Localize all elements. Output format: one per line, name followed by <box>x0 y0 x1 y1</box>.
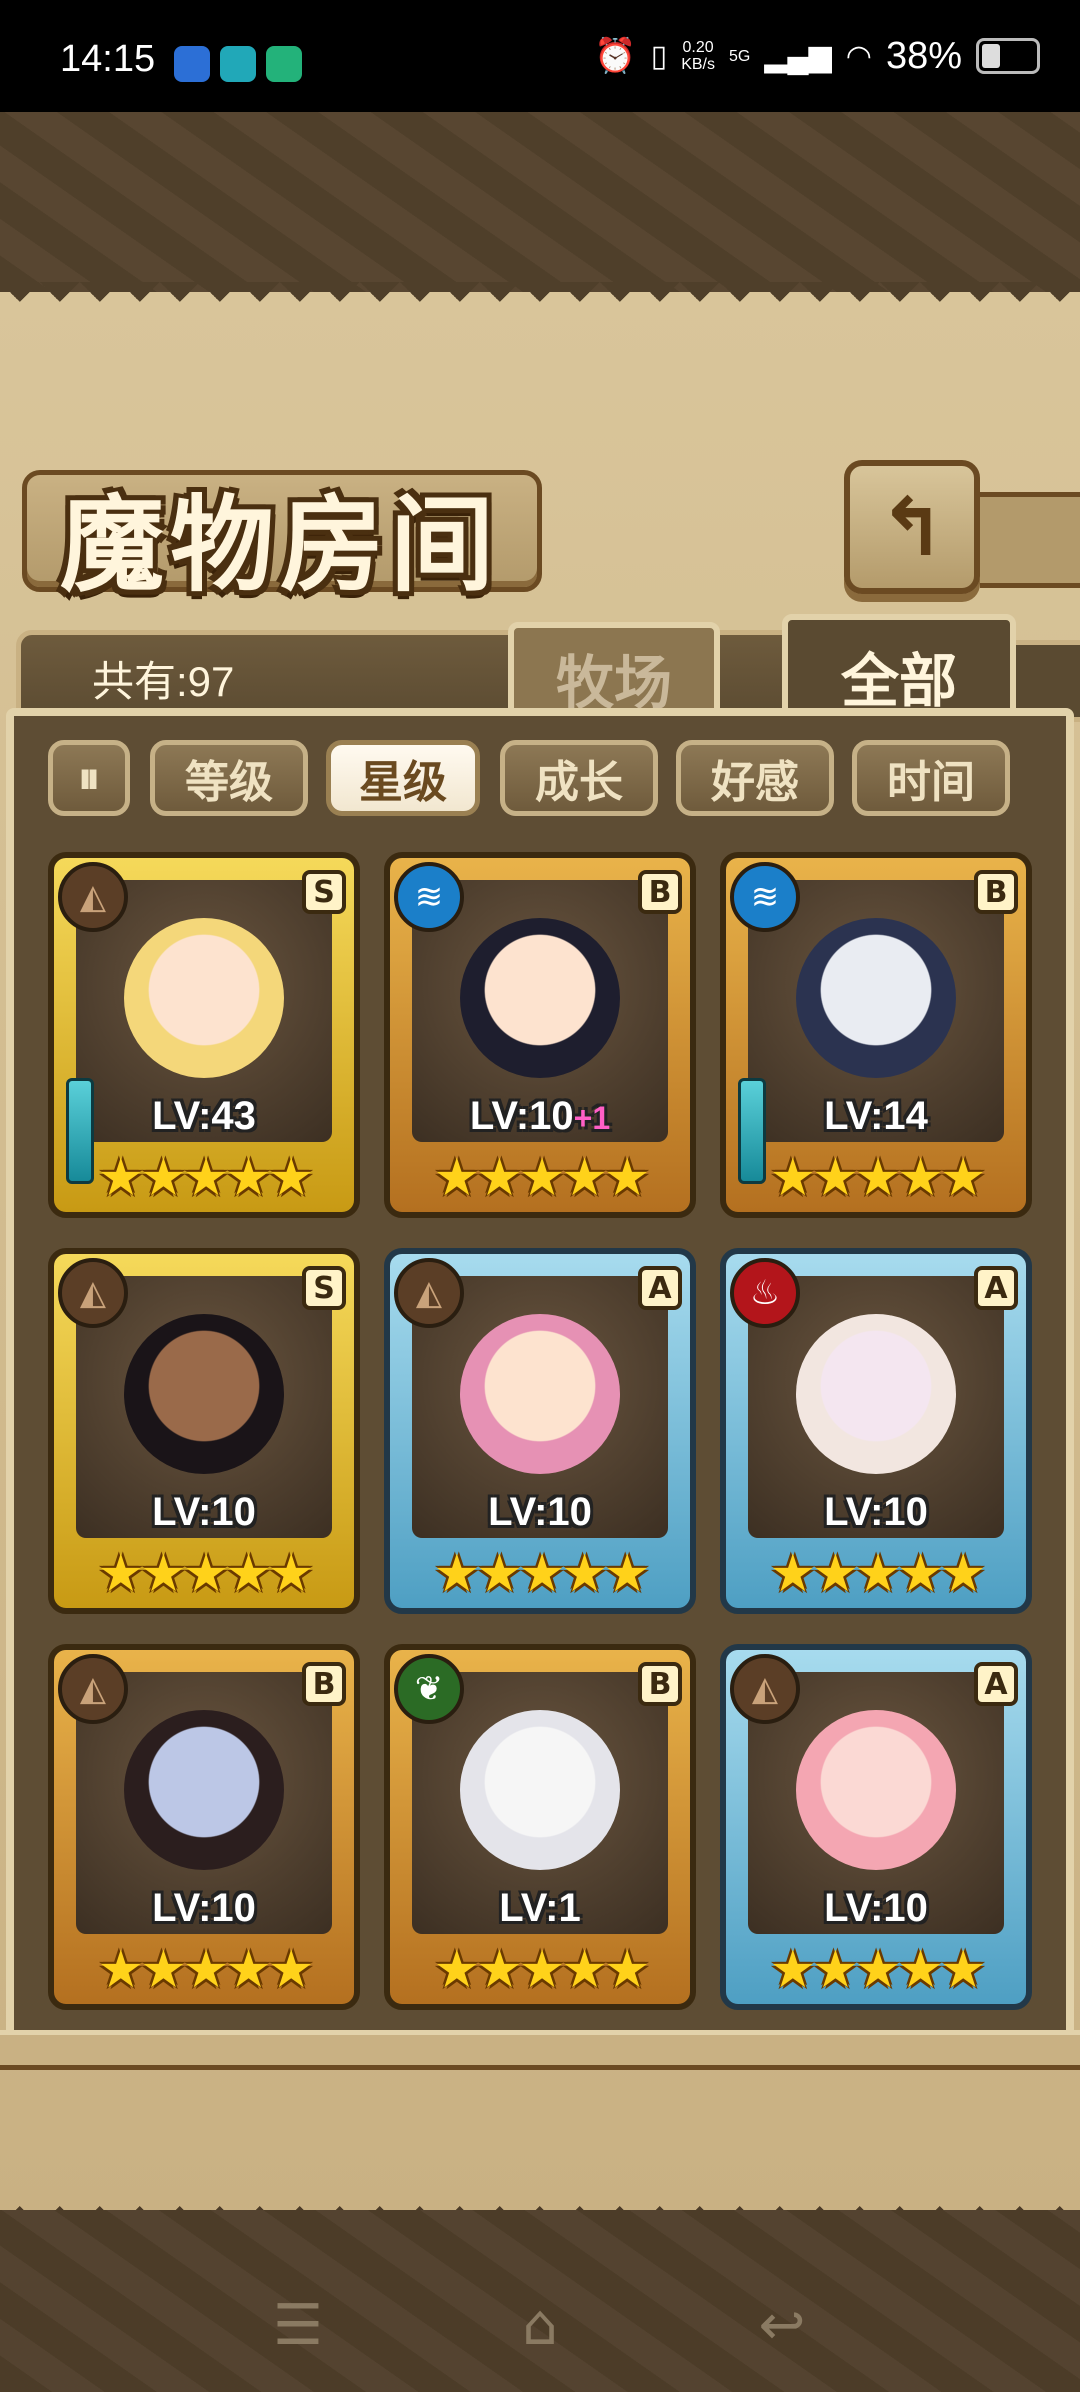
back-rail <box>980 492 1080 588</box>
sort-affection-button[interactable]: 好感 <box>676 740 834 816</box>
level-text: LV:10 <box>488 1490 592 1534</box>
monster-portrait <box>460 1314 620 1474</box>
star-rating: ★★★★★ <box>769 1940 986 2000</box>
water-element-icon: ≋ <box>394 862 464 932</box>
level-text: LV:43 <box>152 1094 256 1138</box>
monster-portrait <box>460 918 620 1078</box>
navigation-bar: ☰ ⌂ ↩ <box>0 2262 1080 2392</box>
monster-card[interactable]: ≋ B LV:10+1 ★★★★★ <box>384 852 696 1218</box>
home-button[interactable]: ⌂ <box>500 2290 580 2360</box>
monster-count: 共有:97 <box>92 658 235 705</box>
map-background-top <box>0 112 1080 292</box>
status-time: 14:15 <box>60 38 156 80</box>
star-rating: ★★★★★ <box>769 1148 986 1208</box>
monster-portrait <box>796 1314 956 1474</box>
rank-badge: S <box>302 870 346 914</box>
monster-card[interactable]: ◭ S LV:43 ★★★★★ <box>48 852 360 1218</box>
monster-portrait <box>796 918 956 1078</box>
wifi-icon: ◠ <box>845 39 872 73</box>
monster-card[interactable]: ◭ S LV:10 ★★★★★ <box>48 1248 360 1614</box>
shield-notification-icon <box>266 46 302 82</box>
water-element-icon: ≋ <box>730 862 800 932</box>
monster-portrait <box>124 918 284 1078</box>
monster-portrait <box>796 1710 956 1870</box>
star-rating: ★★★★★ <box>433 1544 650 1604</box>
vibrate-icon: ▯ <box>650 39 668 73</box>
monster-level: LV:10+1 <box>390 1094 690 1139</box>
monster-level: LV:14 <box>726 1094 1026 1139</box>
level-text: LV:10 <box>824 1886 928 1930</box>
sort-star-button[interactable]: 星级 <box>326 740 480 816</box>
monster-card[interactable]: ◭ A LV:10 ★★★★★ <box>384 1248 696 1614</box>
star-rating: ★★★★★ <box>769 1544 986 1604</box>
back-arrow-icon: ↰ <box>878 480 946 574</box>
menu-icon: ☰ <box>272 2292 324 2358</box>
sort-order-toggle[interactable]: ⏸ <box>48 740 130 816</box>
sort-growth-button[interactable]: 成长 <box>500 740 658 816</box>
signal-icon: ▂▄▆ <box>764 39 832 73</box>
star-rating: ★★★★★ <box>433 1940 650 2000</box>
level-text: LV:10 <box>469 1094 574 1138</box>
frame-bottom-rail <box>0 2030 1080 2070</box>
rank-badge: A <box>638 1266 682 1310</box>
star-rating: ★★★★★ <box>97 1544 314 1604</box>
system-back-button[interactable]: ↩ <box>742 2290 822 2360</box>
star-rating: ★★★★★ <box>97 1148 314 1208</box>
sort-direction-icon: ⏸ <box>78 752 100 804</box>
rank-badge: B <box>638 870 682 914</box>
sort-level-button[interactable]: 等级 <box>150 740 308 816</box>
star-rating: ★★★★★ <box>433 1148 650 1208</box>
rank-badge: B <box>302 1662 346 1706</box>
rank-badge: S <box>302 1266 346 1310</box>
monster-level: LV:10 <box>390 1490 690 1535</box>
app-notification-icon <box>174 46 210 82</box>
monster-level: LV:1 <box>390 1886 690 1931</box>
level-text: LV:1 <box>499 1886 581 1930</box>
status-bar: 14:15 ⏰ ▯ 0.20 KB/s 5G ▂▄▆ ◠ 38% <box>0 0 1080 112</box>
sort-time-button[interactable]: 时间 <box>852 740 1010 816</box>
earth-element-icon: ◭ <box>58 1654 128 1724</box>
monster-card[interactable]: ❦ B LV:1 ★★★★★ <box>384 1644 696 2010</box>
level-text: LV:10 <box>152 1490 256 1534</box>
monster-portrait <box>460 1710 620 1870</box>
level-text: LV:10 <box>152 1886 256 1930</box>
rank-badge: B <box>974 870 1018 914</box>
earth-element-icon: ◭ <box>730 1654 800 1724</box>
monster-card[interactable]: ◭ A LV:10 ★★★★★ <box>720 1644 1032 2010</box>
rank-badge: B <box>638 1662 682 1706</box>
earth-element-icon: ◭ <box>58 862 128 932</box>
back-button[interactable]: ↰ <box>844 460 980 594</box>
level-text: LV:14 <box>824 1094 928 1138</box>
monster-level: LV:10 <box>726 1886 1026 1931</box>
alarm-icon: ⏰ <box>594 37 637 75</box>
level-bonus: +1 <box>573 1100 611 1136</box>
page-title: 魔物房间 <box>60 483 501 606</box>
earth-element-icon: ◭ <box>394 1258 464 1328</box>
monster-level: LV:10 <box>54 1490 354 1535</box>
network-type: 5G <box>729 47 751 65</box>
monster-card[interactable]: ◭ B LV:10 ★★★★★ <box>48 1644 360 2010</box>
star-rating: ★★★★★ <box>97 1940 314 2000</box>
rank-badge: A <box>974 1266 1018 1310</box>
fire-element-icon: ♨ <box>730 1258 800 1328</box>
wood-element-icon: ❦ <box>394 1654 464 1724</box>
earth-element-icon: ◭ <box>58 1258 128 1328</box>
back-icon: ↩ <box>758 2292 806 2358</box>
menu-button[interactable]: ☰ <box>258 2290 338 2360</box>
battery-percent: 38% <box>885 34 962 77</box>
level-text: LV:10 <box>824 1490 928 1534</box>
app-notification-icon <box>220 46 256 82</box>
monster-card[interactable]: ♨ A LV:10 ★★★★★ <box>720 1248 1032 1614</box>
net-speed: 0.20 KB/s <box>681 39 715 73</box>
monster-card[interactable]: ≋ B LV:14 ★★★★★ <box>720 852 1032 1218</box>
monster-portrait <box>124 1710 284 1870</box>
panel-edge-top <box>0 282 1080 322</box>
monster-level: LV:10 <box>726 1490 1026 1535</box>
monster-level: LV:10 <box>54 1886 354 1931</box>
rank-badge: A <box>974 1662 1018 1706</box>
monster-portrait <box>124 1314 284 1474</box>
home-icon: ⌂ <box>522 2292 558 2358</box>
battery-icon <box>976 38 1040 74</box>
monster-level: LV:43 <box>54 1094 354 1139</box>
